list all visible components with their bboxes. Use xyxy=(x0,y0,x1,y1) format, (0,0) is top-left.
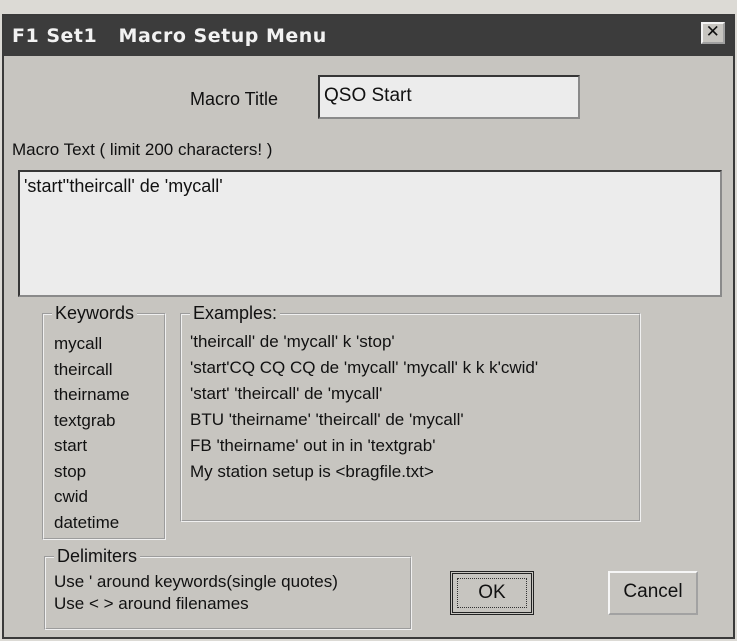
title-bar[interactable]: F1 Set1 Macro Setup Menu ✕ xyxy=(4,16,733,56)
example-item: 'theircall' de 'mycall' k 'stop' xyxy=(190,332,395,351)
example-item: My station setup is <bragfile.txt> xyxy=(190,462,434,481)
example-item: FB 'theirname' out in in 'textgrab' xyxy=(190,436,436,455)
cancel-button[interactable]: Cancel xyxy=(608,571,698,615)
keywords-legend: Keywords xyxy=(52,303,138,323)
keyword-item: textgrab xyxy=(54,410,116,430)
examples-group: Examples: 'theircall' de 'mycall' k 'sto… xyxy=(180,303,641,522)
keyword-item: theircall xyxy=(54,359,113,379)
delimiters-group: Delimiters Use ' around keywords(single … xyxy=(44,546,412,630)
macro-text-area[interactable]: 'start''theircall' de 'mycall' xyxy=(18,170,722,297)
keywords-list: mycall theircall theirname textgrab star… xyxy=(54,331,130,535)
window-title: F1 Set1 Macro Setup Menu xyxy=(12,25,327,47)
keyword-item: datetime xyxy=(54,512,120,532)
macro-text-label: Macro Text ( limit 200 characters! ) xyxy=(12,140,273,159)
keyword-item: cwid xyxy=(54,487,89,506)
examples-list: 'theircall' de 'mycall' k 'stop' 'start'… xyxy=(190,329,538,485)
delimiters-line-filenames: Use < > around filenames xyxy=(54,594,249,613)
example-item: 'start'CQ CQ CQ de 'mycall' 'mycall' k k… xyxy=(190,358,539,377)
keyword-item: stop xyxy=(54,461,87,481)
close-button[interactable]: ✕ xyxy=(701,22,725,44)
example-item: BTU 'theirname' 'theircall' de 'mycall' xyxy=(190,410,464,429)
macro-setup-dialog: F1 Set1 Macro Setup Menu ✕ Macro Title Q… xyxy=(2,14,735,639)
keyword-item: mycall xyxy=(54,334,103,353)
keyword-item: theirname xyxy=(54,385,130,404)
close-icon: ✕ xyxy=(705,22,721,42)
examples-legend: Examples: xyxy=(190,303,281,323)
keyword-item: start xyxy=(54,436,88,455)
delimiters-line-quotes: Use ' around keywords(single quotes) xyxy=(54,572,338,591)
macro-title-label: Macro Title xyxy=(190,89,279,109)
keywords-group: Keywords mycall theircall theirname text… xyxy=(42,303,166,540)
macro-title-input[interactable]: QSO Start xyxy=(318,75,580,119)
example-item: 'start' 'theircall' de 'mycall' xyxy=(190,384,383,403)
delimiters-legend: Delimiters xyxy=(54,546,141,566)
ok-button[interactable]: OK xyxy=(450,571,534,615)
